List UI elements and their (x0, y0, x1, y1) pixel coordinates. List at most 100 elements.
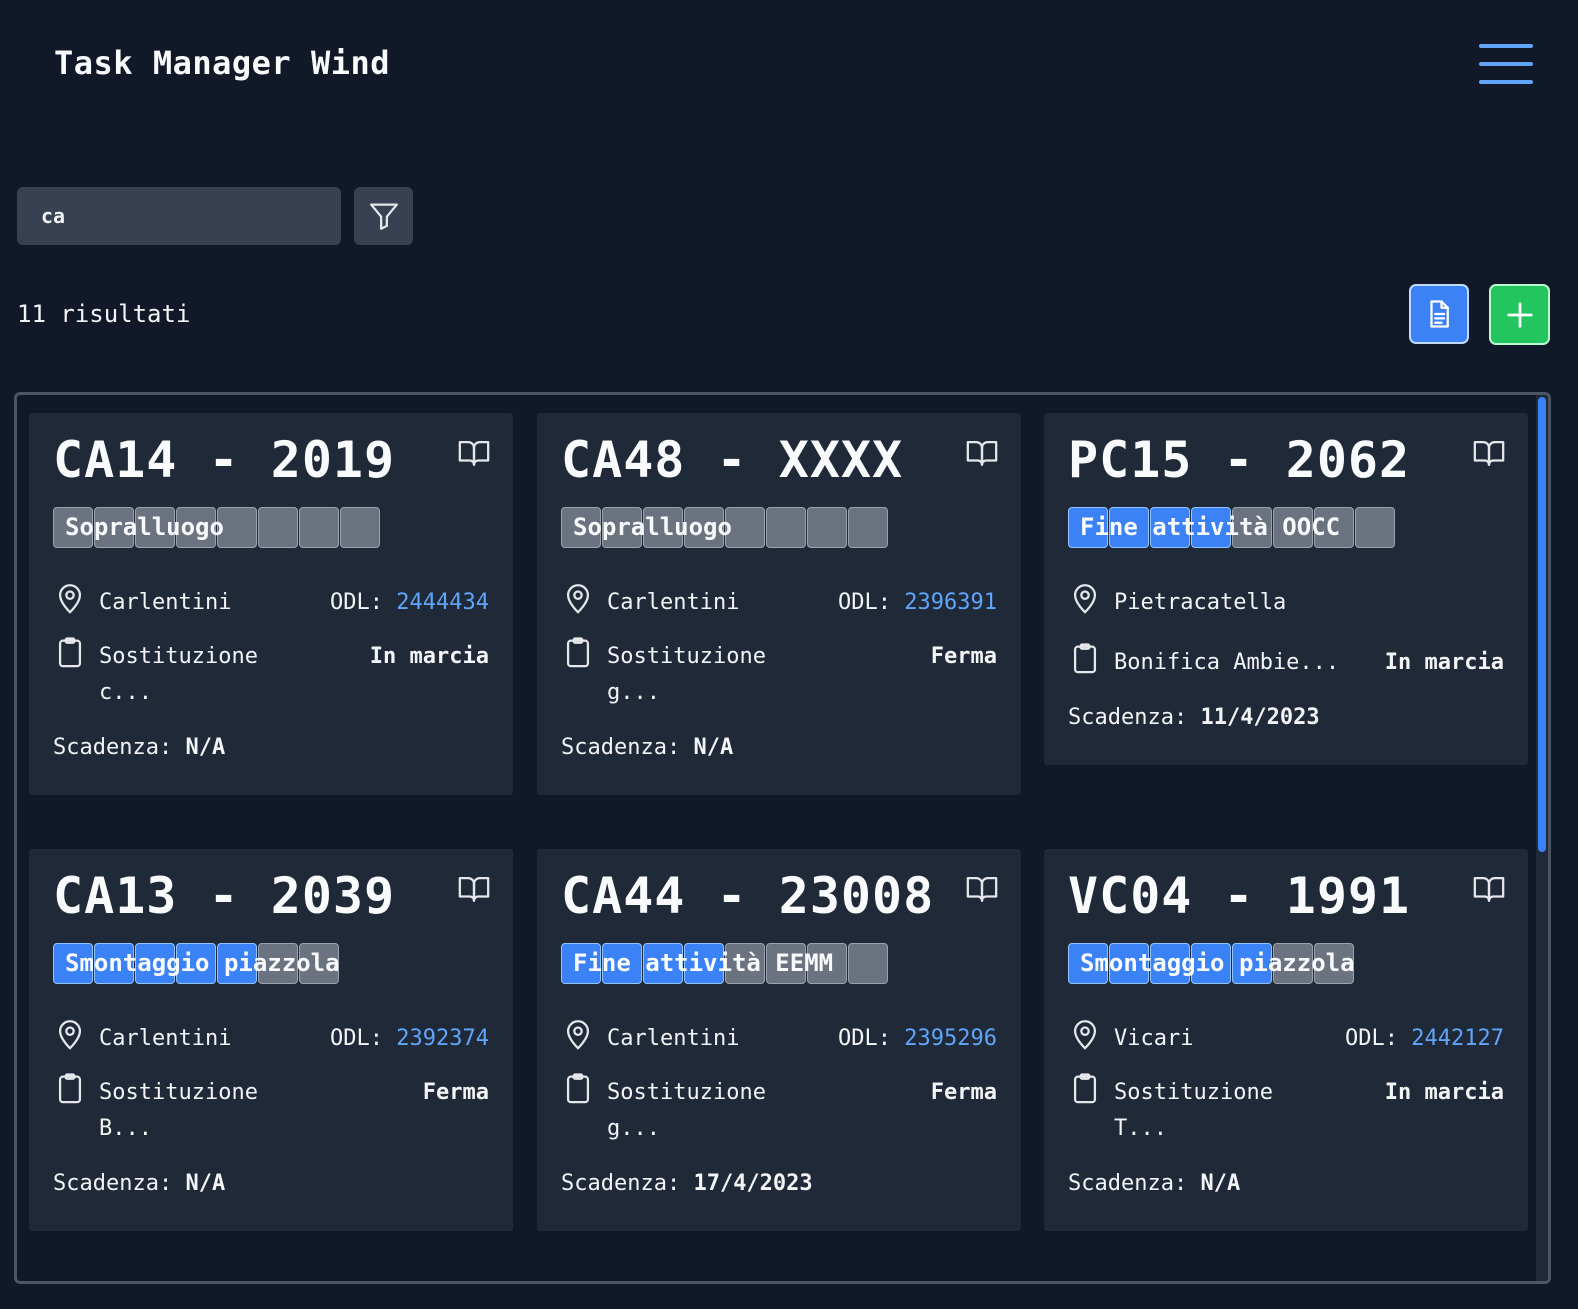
map-pin-icon (53, 1017, 87, 1051)
odl-field: ODL: 2395296 (838, 1021, 997, 1057)
tag-segment (561, 507, 601, 548)
odl-field: ODL: 2442127 (1345, 1021, 1504, 1057)
task-list-panel[interactable]: CA14 - 2019 Sopralluogo Carlentini ODL: 244… (14, 392, 1551, 1284)
location-label: Carlentini (99, 1026, 232, 1051)
deadline-value: N/A (693, 735, 734, 760)
location-label: Carlentini (99, 590, 232, 615)
clipboard-icon (53, 1071, 87, 1105)
description-label: Sostituzione B... (99, 1080, 258, 1141)
tag-segment (766, 943, 806, 984)
tag-segment (602, 507, 642, 548)
tag-segment (94, 507, 134, 548)
deadline-prefix: Scadenza: (1068, 1171, 1201, 1196)
activity-tag: Fine attività EEMM (561, 943, 888, 984)
tag-segment (135, 507, 175, 548)
tag-segment (258, 507, 298, 548)
odl-field: ODL: 2392374 (330, 1021, 489, 1057)
activity-tag: Smontaggio piazzola (53, 943, 340, 984)
tag-segment (602, 943, 642, 984)
odl-prefix: ODL: (1345, 1026, 1412, 1051)
machine-state: Ferma (930, 1080, 997, 1105)
tag-segment (561, 943, 601, 984)
tag-segment (766, 507, 806, 548)
deadline-prefix: Scadenza: (561, 1171, 694, 1196)
card-title: CA13 - 2039 (53, 867, 396, 925)
location-label: Carlentini (607, 1026, 740, 1051)
deadline-row: Scadenza: N/A (53, 1171, 225, 1196)
deadline-row: Scadenza: 11/4/2023 (1068, 705, 1320, 730)
task-card[interactable]: CA13 - 2039 Smontaggio piazzola Carlentini… (29, 849, 513, 1231)
task-card[interactable]: CA48 - XXXX Sopralluogo Carlentini ODL: 239… (537, 413, 1021, 795)
odl-link[interactable]: 2395296 (904, 1026, 997, 1051)
description-label: Sostituzione g... (607, 1080, 766, 1141)
app-title: Task Manager Wind (54, 44, 391, 82)
tag-segment (807, 943, 847, 984)
activity-tag: Fine attività OOCC (1068, 507, 1395, 548)
deadline-row: Scadenza: N/A (53, 735, 225, 760)
machine-state: Ferma (930, 644, 997, 669)
odl-field: ODL: 2396391 (838, 585, 997, 621)
open-book-icon[interactable] (457, 435, 491, 469)
machine-state: In marcia (1384, 1080, 1504, 1105)
tag-segment (176, 507, 216, 548)
tag-segment (1355, 507, 1395, 548)
tag-segment (1232, 507, 1272, 548)
tag-segment (848, 943, 888, 984)
location-label: Pietracatella (1114, 590, 1287, 615)
tag-segment (684, 943, 724, 984)
deadline-prefix: Scadenza: (53, 735, 186, 760)
clipboard-icon (561, 635, 595, 669)
machine-state: In marcia (1384, 650, 1504, 675)
activity-tag: Sopralluogo (53, 507, 380, 548)
odl-link[interactable]: 2442127 (1411, 1026, 1504, 1051)
tag-segment (1191, 943, 1231, 984)
document-icon (1430, 300, 1449, 328)
tag-segment (299, 943, 339, 984)
machine-state: Ferma (422, 1080, 489, 1105)
deadline-value: N/A (1200, 1171, 1241, 1196)
tag-segment (1314, 507, 1354, 548)
task-card[interactable]: CA14 - 2019 Sopralluogo Carlentini ODL: 244… (29, 413, 513, 795)
task-card[interactable]: CA44 - 23008 Fine attività EEMM Carlentini… (537, 849, 1021, 1231)
machine-state: In marcia (369, 644, 489, 669)
activity-tag: Sopralluogo (561, 507, 888, 548)
tag-segment (643, 507, 683, 548)
filter-button[interactable] (354, 187, 413, 245)
tag-segment (725, 507, 765, 548)
tag-segment (53, 507, 93, 548)
location-label: Vicari (1114, 1026, 1194, 1051)
tag-segment (1109, 507, 1149, 548)
scrollbar-thumb[interactable] (1538, 397, 1546, 852)
tag-segment (1191, 507, 1231, 548)
open-book-icon[interactable] (457, 871, 491, 905)
tag-segment (217, 943, 257, 984)
deadline-row: Scadenza: N/A (1068, 1171, 1240, 1196)
deadline-row: Scadenza: N/A (561, 735, 733, 760)
card-title: CA48 - XXXX (561, 431, 904, 489)
task-card[interactable]: VC04 - 1991 Smontaggio piazzola Vicari ODL:… (1044, 849, 1528, 1231)
open-book-icon[interactable] (1472, 871, 1506, 905)
card-title: CA14 - 2019 (53, 431, 396, 489)
odl-field: ODL: 2444434 (330, 585, 489, 621)
description-label: Bonifica Ambie... (1114, 650, 1340, 675)
export-document-button[interactable] (1409, 284, 1469, 344)
open-book-icon[interactable] (965, 871, 999, 905)
search-input[interactable] (17, 187, 341, 245)
odl-link[interactable]: 2444434 (396, 590, 489, 615)
tag-segment (176, 943, 216, 984)
odl-prefix: ODL: (838, 590, 905, 615)
tag-segment (643, 943, 683, 984)
scrollbar[interactable] (1536, 395, 1548, 1281)
task-card[interactable]: PC15 - 2062 Fine attività OOCC Pietracatel… (1044, 413, 1528, 765)
open-book-icon[interactable] (965, 435, 999, 469)
open-book-icon[interactable] (1472, 435, 1506, 469)
odl-link[interactable]: 2392374 (396, 1026, 489, 1051)
hamburger-menu-icon[interactable] (1479, 42, 1535, 88)
add-task-button[interactable] (1489, 284, 1550, 345)
map-pin-icon (53, 581, 87, 615)
map-pin-icon (1068, 581, 1102, 615)
description-label: Sostituzione c... (99, 644, 258, 705)
tag-segment (1150, 507, 1190, 548)
odl-link[interactable]: 2396391 (904, 590, 997, 615)
tag-segment (1273, 943, 1313, 984)
